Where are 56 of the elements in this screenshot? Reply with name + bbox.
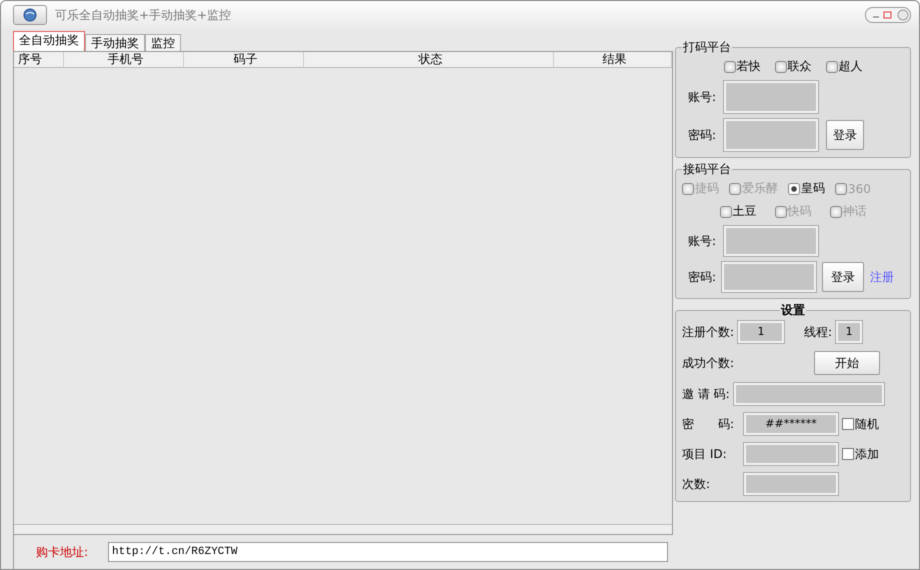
- purchase-url-label: 购卡地址:: [36, 544, 88, 560]
- radio-option[interactable]: 若快: [724, 58, 760, 75]
- password-field[interactable]: [722, 262, 816, 292]
- password-label: 密码:: [688, 126, 716, 144]
- radio-button[interactable]: [826, 60, 838, 72]
- account-label: 账号:: [688, 232, 716, 250]
- column-header[interactable]: 结果: [554, 52, 672, 67]
- register-count-field[interactable]: 1: [738, 321, 784, 343]
- tab[interactable]: 手动抽奖: [85, 34, 145, 51]
- radio-option[interactable]: 超人: [826, 58, 862, 75]
- login-button[interactable]: 登录: [826, 120, 864, 150]
- invite-code-label: 邀 请 码:: [682, 386, 730, 402]
- column-header[interactable]: 码子: [184, 52, 304, 67]
- checkbox-option[interactable]: 添加: [842, 446, 879, 462]
- checkbox-option[interactable]: 随机: [842, 416, 879, 432]
- account-label: 账号:: [688, 88, 716, 106]
- radio-button[interactable]: [788, 182, 800, 194]
- window-title: 可乐全自动抽奖+手动抽奖+监控: [55, 6, 232, 24]
- checkbox[interactable]: [842, 448, 854, 460]
- threads-label: 线程:: [804, 324, 832, 340]
- radio-option[interactable]: 联众: [774, 58, 812, 75]
- register-link[interactable]: 注册: [870, 268, 894, 286]
- group-title: 设置: [780, 302, 806, 319]
- window-controls-icon[interactable]: [865, 7, 911, 23]
- tab[interactable]: 全自动抽奖: [13, 31, 85, 51]
- invite-code-field[interactable]: [734, 383, 884, 405]
- column-header[interactable]: 手机号: [64, 52, 184, 67]
- column-header[interactable]: 序号: [14, 52, 64, 67]
- threads-field[interactable]: 1: [836, 321, 862, 343]
- success-count-label: 成功个数:: [682, 354, 736, 372]
- column-header[interactable]: 状态: [304, 52, 554, 67]
- times-label: 次数:: [682, 476, 712, 492]
- start-button[interactable]: 开始: [814, 351, 880, 375]
- tab[interactable]: 监控: [145, 34, 181, 51]
- radio-button[interactable]: [720, 206, 732, 218]
- password-field[interactable]: [724, 119, 818, 151]
- group-title: 接码平台: [682, 161, 732, 178]
- account-field[interactable]: [724, 81, 818, 113]
- password-label: 密 码:: [682, 416, 736, 432]
- project-id-field[interactable]: [744, 443, 838, 465]
- url-field[interactable]: http://t.cn/R6ZYCTW: [108, 542, 668, 562]
- times-field[interactable]: [744, 473, 838, 495]
- password-label: 密码:: [688, 268, 716, 286]
- app-menu-button[interactable]: [13, 5, 47, 25]
- login-button[interactable]: 登录: [822, 262, 864, 292]
- radio-option[interactable]: 皇码: [788, 180, 825, 197]
- radio-button[interactable]: [774, 60, 786, 72]
- account-field[interactable]: [724, 226, 818, 256]
- group-title: 打码平台: [682, 39, 732, 56]
- radio-option[interactable]: 土豆: [720, 203, 756, 220]
- horizontal-scrollbar[interactable]: [14, 524, 672, 534]
- checkbox[interactable]: [842, 418, 854, 430]
- register-count-label: 注册个数:: [682, 324, 734, 340]
- radio-button[interactable]: [724, 60, 736, 72]
- password-field[interactable]: ##******: [744, 413, 838, 435]
- project-id-label: 项目 ID:: [682, 446, 728, 462]
